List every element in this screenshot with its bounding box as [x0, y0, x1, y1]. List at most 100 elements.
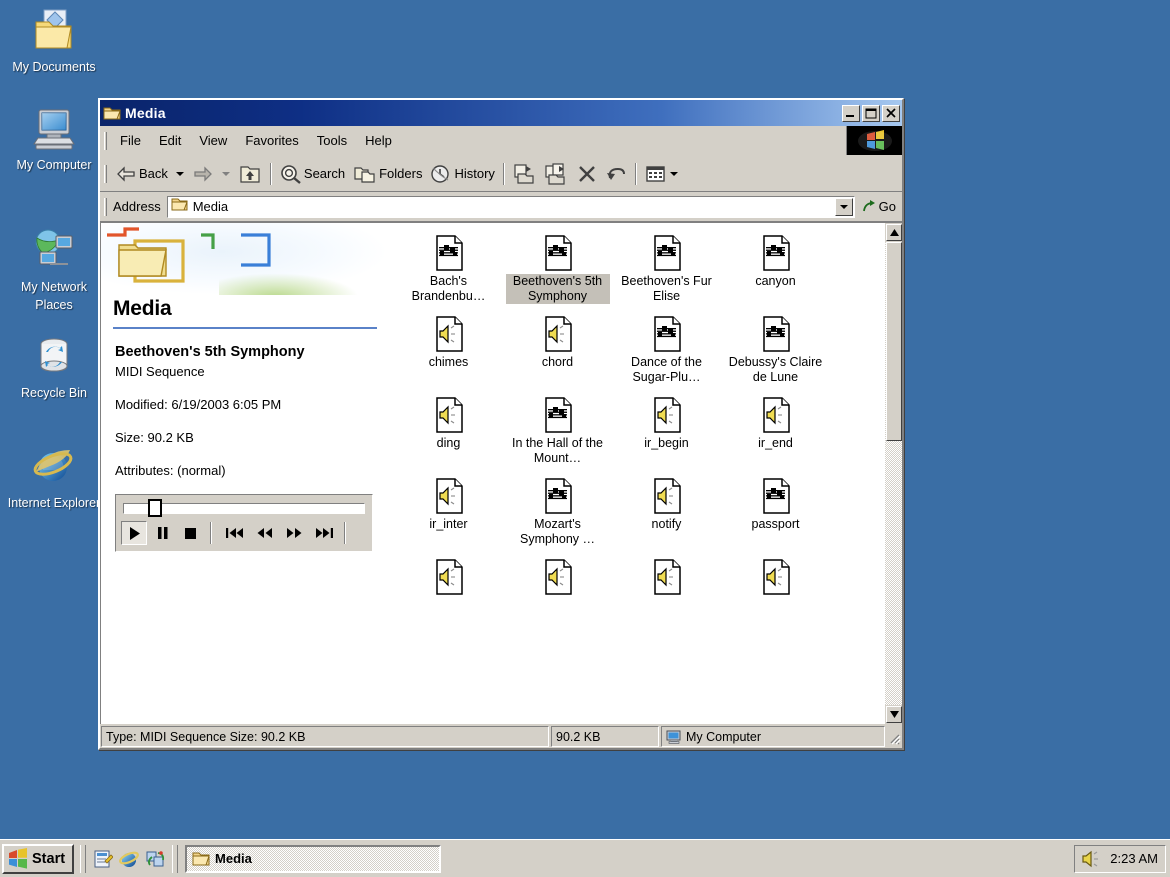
- scroll-down-button[interactable]: [886, 706, 902, 723]
- menu-item-help[interactable]: Help: [356, 130, 401, 151]
- vertical-scrollbar[interactable]: [884, 223, 902, 724]
- taskbar-items-grip[interactable]: [172, 845, 178, 873]
- launch-outlook-express-icon[interactable]: [145, 849, 165, 869]
- skip-back-button[interactable]: [219, 521, 249, 545]
- file-item-label: canyon: [753, 274, 797, 289]
- file-item[interactable]: Beethoven's Fur Elise: [612, 235, 721, 304]
- scrollbar-track[interactable]: [885, 242, 902, 705]
- file-item[interactable]: chimes: [394, 316, 503, 385]
- file-item[interactable]: ding: [394, 397, 503, 466]
- address-input[interactable]: Media: [167, 196, 855, 218]
- skip-forward-button[interactable]: [309, 521, 339, 545]
- launch-internet-explorer-icon[interactable]: [119, 849, 139, 869]
- resize-grip[interactable]: [887, 726, 901, 747]
- desktop-icon-my-network-places[interactable]: My Network Places: [4, 226, 104, 314]
- history-button[interactable]: History: [426, 159, 498, 189]
- back-button[interactable]: Back: [111, 159, 172, 189]
- wave-file-icon: [432, 316, 466, 352]
- delete-button[interactable]: [573, 159, 601, 189]
- move-to-button[interactable]: [509, 159, 541, 189]
- folders-button[interactable]: Folders: [349, 159, 426, 189]
- desktop-icon-my-computer[interactable]: My Computer: [4, 104, 104, 174]
- file-item[interactable]: ir_inter: [394, 478, 503, 547]
- wave-file-icon: [650, 559, 684, 595]
- seek-bar[interactable]: [121, 499, 367, 517]
- file-item[interactable]: ir_end: [721, 397, 830, 466]
- file-item[interactable]: [503, 559, 612, 598]
- back-dropdown-arrow-icon[interactable]: [176, 172, 184, 176]
- window-content: Media Beethoven's 5th Symphony MIDI Sequ…: [100, 222, 902, 724]
- go-button[interactable]: Go: [855, 199, 900, 215]
- stop-button[interactable]: [177, 521, 203, 545]
- scroll-up-button[interactable]: [886, 224, 902, 241]
- seek-thumb[interactable]: [148, 499, 162, 517]
- quick-launch-grip[interactable]: [80, 845, 86, 873]
- maximize-button[interactable]: [862, 105, 880, 122]
- file-item[interactable]: notify: [612, 478, 721, 547]
- media-player[interactable]: [115, 494, 373, 552]
- file-item[interactable]: [394, 559, 503, 598]
- volume-icon[interactable]: [1081, 850, 1101, 868]
- transport-controls[interactable]: [121, 521, 367, 545]
- midi-file-icon: [650, 316, 684, 352]
- address-grip[interactable]: [104, 198, 107, 216]
- file-item[interactable]: Bach's Brandenbu…: [394, 235, 503, 304]
- file-item[interactable]: chord: [503, 316, 612, 385]
- toolbar[interactable]: Back Search: [100, 156, 902, 192]
- address-label: Address: [111, 199, 167, 214]
- file-list[interactable]: Bach's Brandenbu… Beethoven's 5th Sympho…: [389, 223, 902, 724]
- forward-dropdown-arrow-icon[interactable]: [222, 172, 230, 176]
- desktop-icon-recycle-bin[interactable]: Recycle Bin: [4, 332, 104, 402]
- folder-documents-icon: [30, 6, 78, 54]
- quick-launch-bar[interactable]: [89, 849, 169, 869]
- file-item-label: chimes: [427, 355, 471, 370]
- desktop-icon-internet-explorer[interactable]: Internet Explorer: [4, 442, 104, 512]
- window-titlebar[interactable]: Media: [100, 100, 902, 126]
- play-button[interactable]: [121, 521, 147, 545]
- file-item[interactable]: passport: [721, 478, 830, 547]
- file-item[interactable]: Beethoven's 5th Symphony: [503, 235, 612, 304]
- menu-item-tools[interactable]: Tools: [308, 130, 356, 151]
- menu-bar[interactable]: File Edit View Favorites Tools Help: [100, 126, 902, 156]
- taskbar[interactable]: Start: [0, 839, 1170, 877]
- copy-to-button[interactable]: [541, 159, 573, 189]
- up-one-level-button[interactable]: [234, 159, 266, 189]
- rewind-button[interactable]: [249, 521, 279, 545]
- menu-item-edit[interactable]: Edit: [150, 130, 190, 151]
- file-item[interactable]: Mozart's Symphony …: [503, 478, 612, 547]
- system-tray[interactable]: 2:23 AM: [1074, 845, 1166, 873]
- views-button[interactable]: [641, 159, 686, 189]
- file-item[interactable]: [721, 559, 830, 598]
- desktop-icon-my-documents[interactable]: My Documents: [4, 6, 104, 76]
- explorer-window[interactable]: Media File Edit View Favorites Tools Hel…: [98, 98, 904, 750]
- show-desktop-icon[interactable]: [93, 849, 113, 869]
- menu-grip[interactable]: [104, 132, 107, 150]
- close-button[interactable]: [882, 105, 900, 122]
- file-item[interactable]: ir_begin: [612, 397, 721, 466]
- undo-button[interactable]: [601, 159, 631, 189]
- start-button[interactable]: Start: [2, 844, 74, 874]
- menu-item-favorites[interactable]: Favorites: [236, 130, 307, 151]
- toolbar-grip[interactable]: [104, 165, 107, 183]
- address-bar[interactable]: Address Media Go: [100, 192, 902, 222]
- pause-button[interactable]: [149, 521, 175, 545]
- file-item[interactable]: Debussy's Claire de Lune: [721, 316, 830, 385]
- menu-item-file[interactable]: File: [111, 130, 150, 151]
- search-button[interactable]: Search: [276, 159, 349, 189]
- menu-item-view[interactable]: View: [190, 130, 236, 151]
- minimize-button[interactable]: [842, 105, 860, 122]
- address-dropdown-button[interactable]: [835, 198, 853, 216]
- taskbar-window-list[interactable]: Media: [181, 845, 1074, 873]
- file-item[interactable]: [612, 559, 721, 598]
- file-item[interactable]: Dance of the Sugar-Plu…: [612, 316, 721, 385]
- fast-forward-button[interactable]: [279, 521, 309, 545]
- midi-file-icon: [759, 478, 793, 514]
- wave-file-icon: [650, 397, 684, 433]
- file-item[interactable]: In the Hall of the Mount…: [503, 397, 612, 466]
- scrollbar-thumb[interactable]: [886, 242, 902, 441]
- file-item[interactable]: canyon: [721, 235, 830, 304]
- forward-button[interactable]: [188, 159, 218, 189]
- taskbar-window-media[interactable]: Media: [185, 845, 441, 873]
- file-item-label: Debussy's Claire de Lune: [724, 355, 828, 385]
- views-dropdown-arrow-icon[interactable]: [670, 172, 678, 176]
